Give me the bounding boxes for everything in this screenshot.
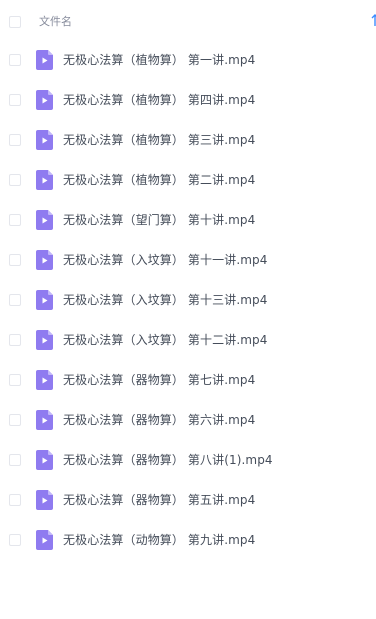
video-file-icon <box>36 170 53 190</box>
file-row[interactable]: 无极心法算（器物算） 第五讲.mp4 <box>0 480 376 520</box>
file-name[interactable]: 无极心法算（器物算） 第七讲.mp4 <box>63 373 255 387</box>
file-row[interactable]: 无极心法算（植物算） 第一讲.mp4 <box>0 40 376 80</box>
file-checkbox[interactable] <box>9 334 21 346</box>
file-row[interactable]: 无极心法算（器物算） 第七讲.mp4 <box>0 360 376 400</box>
file-checkbox[interactable] <box>9 54 21 66</box>
file-checkbox[interactable] <box>9 94 21 106</box>
file-name[interactable]: 无极心法算（入坟算） 第十三讲.mp4 <box>63 293 267 307</box>
file-name[interactable]: 无极心法算（器物算） 第五讲.mp4 <box>63 493 255 507</box>
file-list: 无极心法算（植物算） 第一讲.mp4 无极心法算（植物算） 第四讲.mp4 无极心法… <box>0 40 376 560</box>
video-file-icon <box>36 130 53 150</box>
select-all-checkbox[interactable] <box>9 16 21 28</box>
video-file-icon <box>36 530 53 550</box>
file-checkbox[interactable] <box>9 174 21 186</box>
video-file-icon <box>36 450 53 470</box>
video-file-icon <box>36 370 53 390</box>
video-file-icon <box>36 490 53 510</box>
file-checkbox[interactable] <box>9 294 21 306</box>
file-name[interactable]: 无极心法算（望门算） 第十讲.mp4 <box>63 213 255 227</box>
file-name[interactable]: 无极心法算（植物算） 第四讲.mp4 <box>63 93 255 107</box>
file-row[interactable]: 无极心法算（动物算） 第九讲.mp4 <box>0 520 376 560</box>
file-row[interactable]: 无极心法算（器物算） 第八讲(1).mp4 <box>0 440 376 480</box>
column-header-filename[interactable]: 文件名 <box>39 15 72 29</box>
file-row[interactable]: 无极心法算（入坟算） 第十一讲.mp4 <box>0 240 376 280</box>
file-row[interactable]: 无极心法算（入坟算） 第十二讲.mp4 <box>0 320 376 360</box>
file-name[interactable]: 无极心法算（入坟算） 第十一讲.mp4 <box>63 253 267 267</box>
file-list-panel: 文件名 无极心法算（植物算） 第一讲.mp4 无极心法算（植物算） 第四讲.mp4… <box>0 0 376 619</box>
file-checkbox[interactable] <box>9 414 21 426</box>
file-name[interactable]: 无极心法算（植物算） 第一讲.mp4 <box>63 53 255 67</box>
file-row[interactable]: 无极心法算（植物算） 第三讲.mp4 <box>0 120 376 160</box>
file-checkbox[interactable] <box>9 494 21 506</box>
video-file-icon <box>36 250 53 270</box>
video-file-icon <box>36 410 53 430</box>
video-file-icon <box>36 210 53 230</box>
file-row[interactable]: 无极心法算（器物算） 第六讲.mp4 <box>0 400 376 440</box>
file-name[interactable]: 无极心法算（器物算） 第六讲.mp4 <box>63 413 255 427</box>
file-checkbox[interactable] <box>9 454 21 466</box>
sort-arrow-icon[interactable] <box>371 12 376 26</box>
file-name[interactable]: 无极心法算（器物算） 第八讲(1).mp4 <box>63 453 273 467</box>
file-checkbox[interactable] <box>9 214 21 226</box>
video-file-icon <box>36 90 53 110</box>
video-file-icon <box>36 290 53 310</box>
video-file-icon <box>36 330 53 350</box>
file-list-header: 文件名 <box>0 0 376 44</box>
file-checkbox[interactable] <box>9 254 21 266</box>
file-row[interactable]: 无极心法算（望门算） 第十讲.mp4 <box>0 200 376 240</box>
file-checkbox[interactable] <box>9 534 21 546</box>
video-file-icon <box>36 50 53 70</box>
file-name[interactable]: 无极心法算（入坟算） 第十二讲.mp4 <box>63 333 267 347</box>
file-checkbox[interactable] <box>9 134 21 146</box>
file-name[interactable]: 无极心法算（动物算） 第九讲.mp4 <box>63 533 255 547</box>
file-name[interactable]: 无极心法算（植物算） 第二讲.mp4 <box>63 173 255 187</box>
file-checkbox[interactable] <box>9 374 21 386</box>
file-row[interactable]: 无极心法算（植物算） 第四讲.mp4 <box>0 80 376 120</box>
file-row[interactable]: 无极心法算（植物算） 第二讲.mp4 <box>0 160 376 200</box>
file-row[interactable]: 无极心法算（入坟算） 第十三讲.mp4 <box>0 280 376 320</box>
file-name[interactable]: 无极心法算（植物算） 第三讲.mp4 <box>63 133 255 147</box>
